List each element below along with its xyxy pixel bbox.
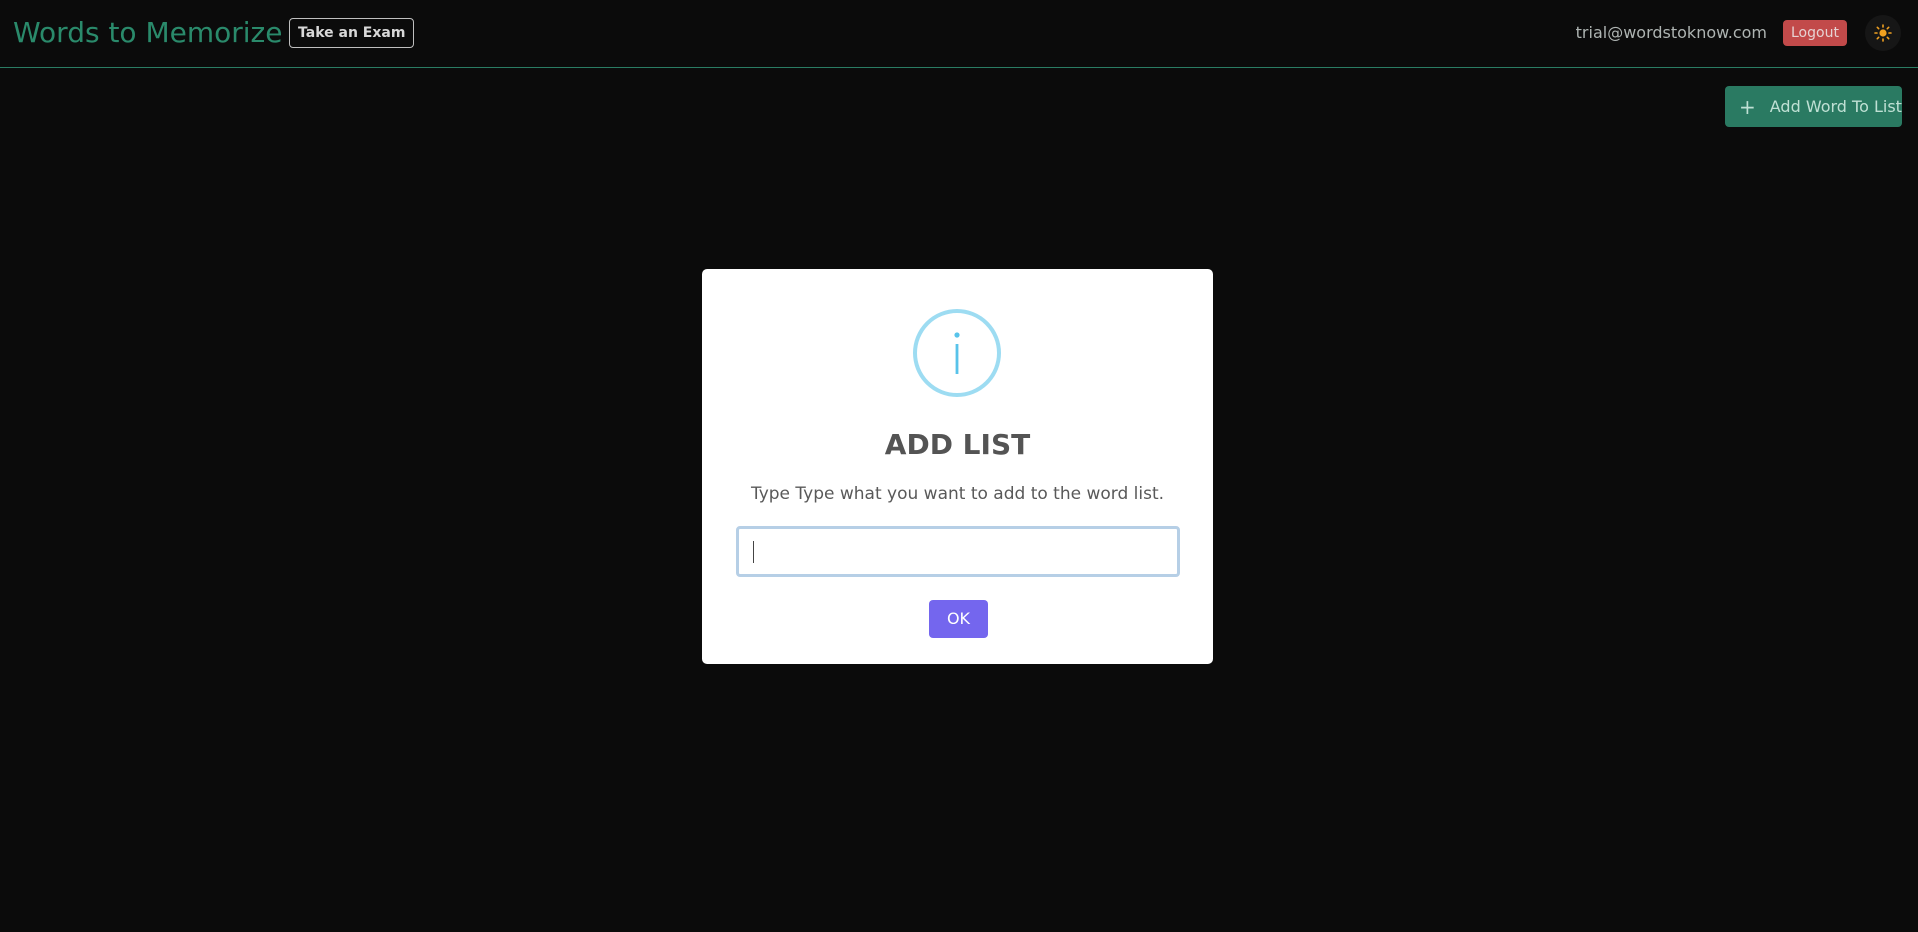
word-list-input[interactable]	[736, 526, 1180, 577]
add-list-dialog: ADD LIST Type Type what you want to add …	[702, 269, 1213, 664]
ok-button[interactable]: OK	[929, 600, 988, 638]
text-caret	[753, 541, 754, 563]
info-glyph	[954, 332, 960, 374]
dialog-message: Type Type what you want to add to the wo…	[750, 484, 1165, 504]
dialog-title: ADD LIST	[884, 428, 1031, 461]
info-icon	[913, 309, 1001, 397]
